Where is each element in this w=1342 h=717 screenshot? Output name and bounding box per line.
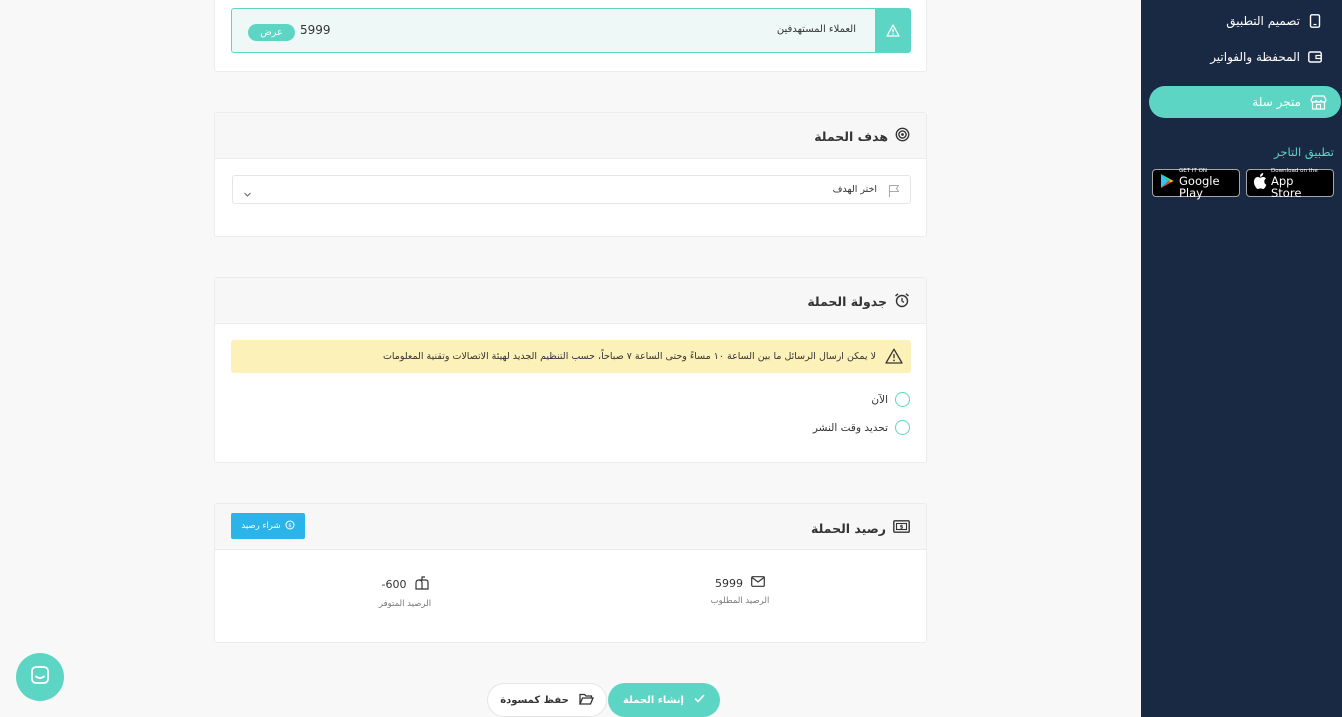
flag-icon bbox=[887, 183, 901, 202]
card-title-group: $ رصيد الحملة bbox=[811, 520, 910, 536]
google-play-icon bbox=[1159, 173, 1175, 193]
required-balance-label: الرصيد المطلوب bbox=[710, 596, 770, 606]
view-button[interactable]: عرض bbox=[248, 24, 295, 41]
sidebar: تصميم التطبيق المحفظة والفواتير متجر سلة… bbox=[1141, 0, 1342, 717]
google-play-badge[interactable]: GET IT ON Google Play bbox=[1152, 168, 1240, 200]
envelope-icon bbox=[751, 576, 765, 590]
campaign-balance-card: $ رصيد الحملة $ شراء رصيد 5999 الرصيد ال… bbox=[214, 503, 927, 643]
card-title: هدف الحملة bbox=[814, 128, 888, 144]
available-balance: 600- الرصيد المتوفر bbox=[360, 576, 450, 609]
money-icon: $ bbox=[893, 520, 910, 536]
card-title: جدولة الحملة bbox=[807, 294, 887, 309]
create-campaign-button[interactable]: إنشاء الحملة bbox=[608, 683, 720, 717]
goal-select[interactable]: اختر الهدف bbox=[232, 175, 911, 204]
chat-icon bbox=[30, 665, 50, 689]
mailbox-icon bbox=[414, 576, 429, 593]
warning-icon bbox=[875, 9, 910, 52]
card-header: جدولة الحملة bbox=[215, 278, 926, 324]
google-play-big-text: Google Play bbox=[1179, 173, 1220, 200]
sidebar-item-label: تصميم التطبيق bbox=[1226, 14, 1300, 28]
warning-icon bbox=[885, 348, 903, 368]
required-balance: 5999 الرصيد المطلوب bbox=[685, 576, 795, 606]
merchant-app-title: تطبيق التاجر bbox=[1274, 145, 1334, 159]
app-store-badge[interactable]: Download on the App Store bbox=[1246, 168, 1334, 200]
create-campaign-label: إنشاء الحملة bbox=[623, 694, 684, 706]
save-draft-button[interactable]: حفظ كمسودة bbox=[487, 683, 607, 717]
radio-circle[interactable] bbox=[895, 420, 910, 435]
required-balance-value: 5999 bbox=[715, 576, 743, 590]
target-customers-box: العملاء المستهدفين 5999 عرض bbox=[231, 8, 911, 53]
campaign-schedule-card: جدولة الحملة لا يمكن ارسال الرسائل ما بي… bbox=[214, 277, 927, 463]
wallet-icon bbox=[1308, 50, 1322, 64]
svg-text:$: $ bbox=[900, 525, 904, 531]
coin-icon: $ bbox=[285, 520, 295, 533]
available-balance-value: 600- bbox=[381, 578, 407, 591]
available-balance-label: الرصيد المتوفر bbox=[378, 599, 432, 609]
chevron-down-icon bbox=[243, 184, 252, 203]
schedule-warning-text: لا يمكن ارسال الرسائل ما بين الساعة ١٠ م… bbox=[382, 351, 876, 362]
radio-circle[interactable] bbox=[895, 392, 910, 407]
alarm-clock-icon bbox=[894, 292, 910, 311]
apple-icon bbox=[1253, 173, 1267, 193]
buy-balance-button[interactable]: $ شراء رصيد bbox=[231, 513, 305, 539]
sidebar-item-app-design[interactable]: تصميم التطبيق bbox=[1141, 3, 1342, 39]
app-store-big-text: App Store bbox=[1271, 173, 1302, 200]
goal-select-placeholder: اختر الهدف bbox=[832, 184, 877, 195]
card-title-group: جدولة الحملة bbox=[807, 292, 910, 311]
card-header: $ رصيد الحملة $ شراء رصيد bbox=[215, 504, 926, 550]
save-draft-label: حفظ كمسودة bbox=[500, 694, 569, 706]
schedule-warning: لا يمكن ارسال الرسائل ما بين الساعة ١٠ م… bbox=[231, 340, 911, 373]
sidebar-item-label: متجر سلة bbox=[1252, 95, 1301, 109]
target-icon bbox=[895, 127, 910, 145]
target-customers-count: 5999 bbox=[300, 23, 331, 37]
radio-now[interactable]: الآن bbox=[871, 392, 910, 407]
sidebar-item-wallet[interactable]: المحفظة والفواتير bbox=[1141, 39, 1342, 75]
sidebar-item-label: المحفظة والفواتير bbox=[1210, 50, 1300, 64]
card-title-group: هدف الحملة bbox=[814, 127, 910, 145]
folder-icon bbox=[578, 693, 594, 708]
buy-balance-label: شراء رصيد bbox=[241, 521, 281, 531]
chat-launcher-button[interactable] bbox=[16, 653, 64, 701]
svg-text:$: $ bbox=[288, 523, 292, 529]
radio-label: الآن bbox=[871, 393, 888, 406]
radio-set-time[interactable]: تحديد وقت النشر bbox=[813, 420, 910, 435]
sidebar-item-salla-store[interactable]: متجر سلة bbox=[1149, 86, 1341, 118]
card-title: رصيد الحملة bbox=[811, 520, 886, 536]
card-header: هدف الحملة bbox=[215, 113, 926, 159]
check-icon bbox=[694, 694, 705, 706]
radio-label: تحديد وقت النشر bbox=[812, 421, 888, 434]
campaign-goal-card: هدف الحملة اختر الهدف bbox=[214, 112, 927, 237]
phone-icon bbox=[1308, 14, 1322, 28]
target-audience-card: العملاء المستهدفين 5999 عرض bbox=[214, 0, 927, 72]
target-customers-label: العملاء المستهدفين bbox=[776, 24, 856, 35]
store-icon bbox=[1309, 94, 1327, 110]
